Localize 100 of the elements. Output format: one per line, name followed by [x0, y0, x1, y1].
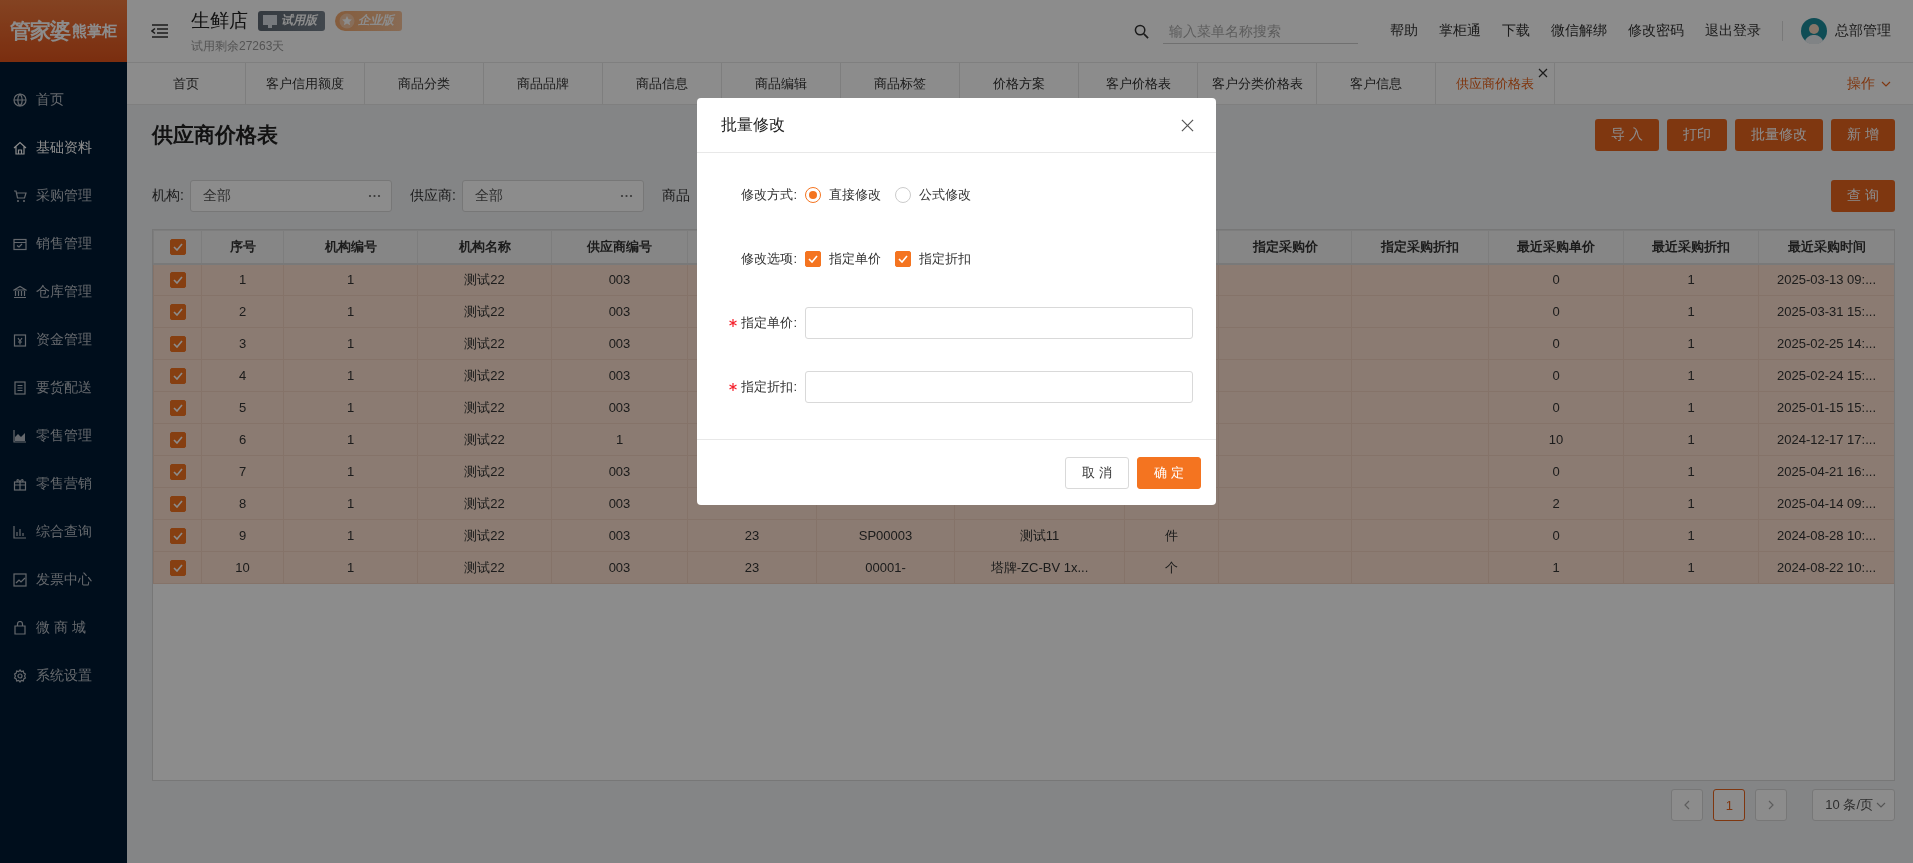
sidebar-item[interactable]: 基础资料	[0, 124, 127, 172]
table-cell: 1	[1687, 400, 1695, 415]
sidebar-item[interactable]: 采购管理	[0, 172, 127, 220]
avatar-icon[interactable]	[1801, 18, 1827, 44]
close-icon[interactable]	[1538, 68, 1548, 78]
radio-option[interactable]: 公式修改	[895, 186, 971, 204]
sidebar-item[interactable]: 微 商 城	[0, 604, 127, 652]
tab[interactable]: 客户信息	[1317, 63, 1436, 104]
page-button[interactable]: 1	[1713, 789, 1746, 821]
checkbox[interactable]	[169, 367, 186, 384]
header-link[interactable]: 下载	[1502, 22, 1530, 40]
cancel-button[interactable]: 取 消	[1065, 456, 1129, 489]
sidebar-item[interactable]: 仓库管理	[0, 268, 127, 316]
menu-icon[interactable]	[151, 23, 169, 39]
checkmark-icon	[172, 403, 183, 412]
header-link[interactable]: 掌柜通	[1439, 22, 1481, 40]
checkmark-icon	[172, 307, 183, 316]
column-header[interactable]: 机构名称	[458, 238, 511, 254]
previous-page-button[interactable]	[1671, 789, 1704, 821]
checkmark-icon	[172, 371, 183, 380]
checkbox[interactable]	[169, 272, 186, 289]
action-button[interactable]: 新 增	[1831, 119, 1895, 151]
checkbox[interactable]	[895, 251, 911, 267]
table-cell: 1	[1687, 528, 1695, 543]
tab[interactable]: 商品分类	[365, 63, 484, 104]
sidebar-item[interactable]: 首页	[0, 76, 127, 124]
sidebar-item[interactable]: 零售营销	[0, 460, 127, 508]
filter-select[interactable]: 全部	[461, 180, 644, 212]
table-cell: 1	[346, 304, 355, 319]
table-cell: 1	[1687, 336, 1695, 351]
sidebar-item[interactable]: 综合查询	[0, 508, 127, 556]
sidebar-item[interactable]: 零售管理	[0, 412, 127, 460]
checkbox[interactable]	[169, 239, 186, 256]
checkbox[interactable]	[169, 559, 186, 576]
action-button[interactable]: 批量修改	[1735, 119, 1824, 151]
sidebar-item[interactable]: 要货配送	[0, 364, 127, 412]
chevron-down-icon	[1876, 802, 1886, 808]
input-field[interactable]	[805, 307, 1193, 339]
tab[interactable]: 商品品牌	[484, 63, 603, 104]
query-button[interactable]: 查 询	[1831, 180, 1895, 212]
table-cell: 5	[238, 400, 247, 415]
header-link[interactable]: 修改密码	[1628, 22, 1684, 40]
operations-dropdown[interactable]: 操作	[1847, 74, 1891, 93]
table-cell: 1	[346, 496, 355, 511]
table-cell: 测试22	[464, 303, 505, 319]
form-label: 修改方式:	[740, 186, 797, 204]
action-button[interactable]: 导 入	[1595, 119, 1660, 151]
table-cell: 23	[744, 560, 760, 575]
more-icon	[619, 194, 633, 198]
checkbox[interactable]	[169, 527, 186, 544]
close-icon[interactable]	[1181, 118, 1194, 132]
chevron-down-icon	[1881, 80, 1891, 87]
checkbox-option[interactable]: 指定单价	[805, 250, 881, 268]
column-header[interactable]: 机构编号	[324, 238, 377, 254]
checkbox[interactable]	[169, 335, 186, 352]
header-link[interactable]: 微信解绑	[1551, 22, 1607, 40]
table-cell: 1	[238, 272, 247, 288]
checkbox[interactable]	[169, 431, 186, 448]
header-link[interactable]: 退出登录	[1705, 22, 1761, 40]
checkbox[interactable]	[805, 251, 821, 267]
table-cell: 0	[1552, 336, 1560, 351]
column-header[interactable]: 序号	[229, 238, 256, 254]
table-cell: 1	[1687, 560, 1695, 575]
filter-select[interactable]: 全部	[189, 180, 392, 212]
sidebar-item[interactable]: 系统设置	[0, 652, 127, 700]
table-cell: 个	[1165, 559, 1178, 575]
checkmark-icon	[172, 499, 183, 508]
next-page-button[interactable]	[1755, 789, 1788, 821]
user-name[interactable]: 总部管理	[1835, 22, 1891, 40]
table-cell: 003	[608, 368, 631, 383]
wallet-icon	[13, 333, 27, 347]
confirm-button[interactable]: 确 定	[1137, 456, 1201, 489]
sidebar-item[interactable]: 资金管理	[0, 316, 127, 364]
input-field[interactable]	[805, 371, 1193, 403]
checkmark-icon	[172, 563, 183, 572]
bar-chart-icon	[13, 525, 27, 539]
checkbox-option[interactable]: 指定折扣	[895, 250, 971, 268]
globe-icon	[13, 93, 27, 107]
checkbox[interactable]	[169, 463, 186, 480]
table-cell: 1	[615, 432, 624, 447]
radio-option[interactable]: 直接修改	[805, 186, 881, 204]
table-cell: 10	[235, 560, 250, 575]
tab[interactable]: 首页	[127, 63, 246, 104]
sidebar-item[interactable]: 发票中心	[0, 556, 127, 604]
table-cell: 003	[608, 464, 631, 479]
checkbox[interactable]	[169, 399, 186, 416]
bag-icon	[13, 621, 27, 635]
header-link[interactable]: 帮助	[1390, 22, 1418, 40]
tab[interactable]: 客户信用额度	[246, 63, 365, 104]
edition-badge: 企业版	[335, 10, 402, 31]
table-cell: 1	[346, 560, 355, 575]
table-cell: 1	[346, 528, 355, 543]
checkbox[interactable]	[169, 303, 186, 320]
sidebar-item[interactable]: 销售管理	[0, 220, 127, 268]
checkbox[interactable]	[169, 495, 186, 512]
search-icon[interactable]	[1134, 23, 1149, 39]
page-size-select[interactable]: 10 条/页	[1812, 789, 1895, 821]
table-cell: 003	[608, 272, 631, 288]
action-button[interactable]: 打印	[1667, 119, 1728, 151]
tab[interactable]: 供应商价格表	[1436, 63, 1555, 104]
